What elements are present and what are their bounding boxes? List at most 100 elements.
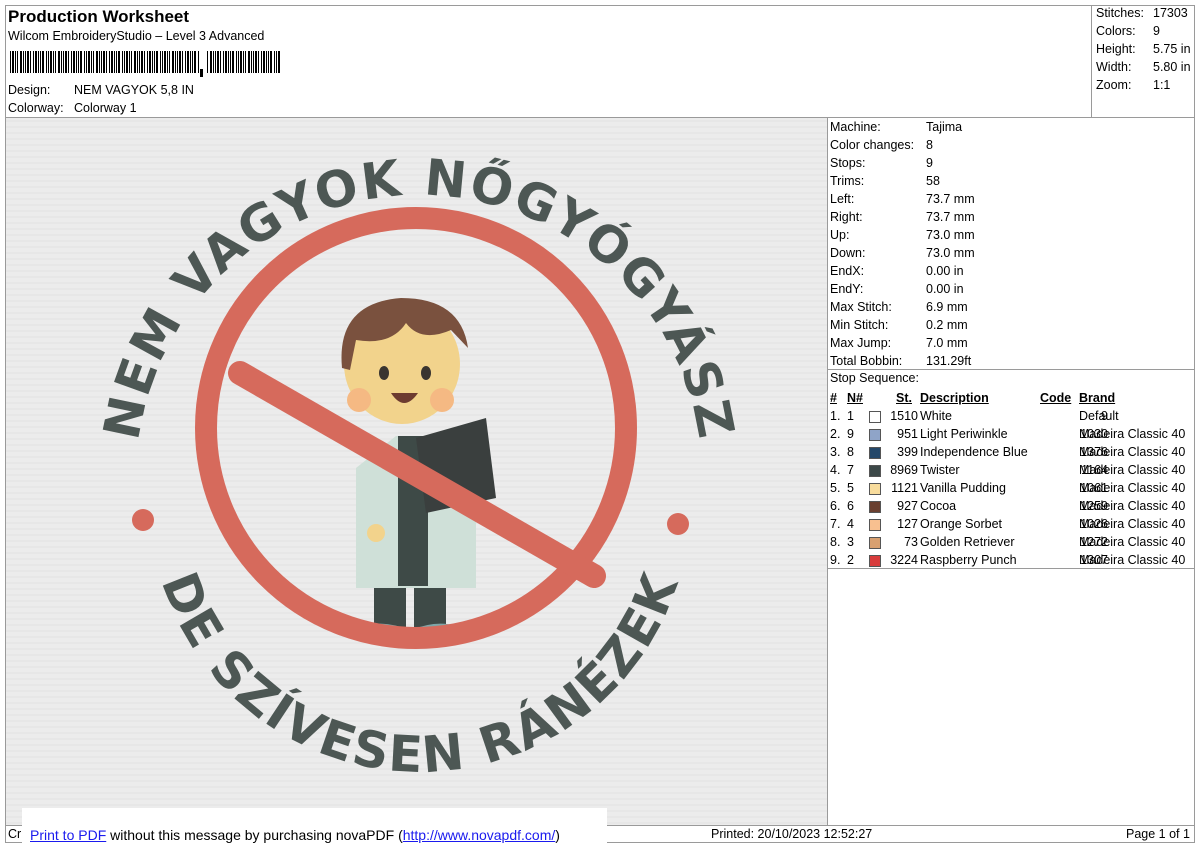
- info-row: Down: 73.0 mm: [830, 244, 1190, 262]
- color-swatch: [869, 555, 881, 567]
- table-row: 4. 7 8969 Twister 1164 Madeira Classic 40: [828, 461, 1193, 479]
- cell-st: 1510: [890, 409, 918, 423]
- col-header-n: N#: [847, 391, 863, 405]
- info-row: Right: 73.7 mm: [830, 208, 1190, 226]
- info-label: Down:: [830, 246, 866, 260]
- novapdf-url-link[interactable]: http://www.novapdf.com/: [403, 827, 556, 843]
- info-row: Max Stitch: 6.9 mm: [830, 298, 1190, 316]
- design-value: NEM VAGYOK 5,8 IN: [74, 83, 194, 97]
- colorway-row: Colorway:: [8, 99, 64, 117]
- software-name: Wilcom EmbroideryStudio – Level 3 Advanc…: [8, 29, 265, 43]
- info-row: Trims: 58: [830, 172, 1190, 190]
- cell-idx: 2.: [830, 427, 841, 441]
- design-row: Design:: [8, 81, 50, 99]
- footer-left: Cr: [8, 827, 22, 841]
- col-header-code: Code: [1040, 391, 1072, 405]
- info-value: 8: [926, 138, 933, 152]
- color-swatch: [869, 483, 881, 495]
- colorway-label: Colorway:: [8, 101, 64, 115]
- stat-value: 5.75 in: [1153, 42, 1191, 56]
- info-label: Right:: [830, 210, 863, 224]
- cell-idx: 1.: [830, 409, 841, 423]
- info-label: Max Stitch:: [830, 300, 892, 314]
- info-row: Min Stitch: 0.2 mm: [830, 316, 1190, 334]
- table-row: 6. 6 927 Cocoa 1259 Madeira Classic 40: [828, 497, 1193, 515]
- color-swatch: [869, 465, 881, 477]
- left-dot: [132, 509, 154, 531]
- cell-idx: 4.: [830, 463, 841, 477]
- cell-brand: Madeira Classic 40: [1079, 463, 1186, 477]
- color-swatch: [869, 429, 881, 441]
- cell-desc: White: [920, 409, 952, 423]
- cell-st: 1121: [891, 481, 918, 495]
- info-row: Up: 73.0 mm: [830, 226, 1190, 244]
- cell-st: 8969: [890, 463, 918, 477]
- stat-row: Zoom:: [1096, 78, 1131, 92]
- cell-st: 127: [897, 517, 918, 531]
- colorway-value: Colorway 1: [74, 101, 137, 115]
- cell-desc: Golden Retriever: [920, 535, 1015, 549]
- novapdf-end: ): [555, 827, 560, 843]
- cell-n: 5: [847, 481, 854, 495]
- design-preview: NEM VAGYOK NŐGYÓGYÁSZ DE SZÍVESEN RÁNÉZE…: [6, 118, 827, 825]
- stat-value-row: 1:1: [1153, 78, 1170, 92]
- cell-brand: Madeira Classic 40: [1079, 535, 1186, 549]
- stats-box: Stitches: 17303 Colors: 9 Height: 5.75 i…: [1091, 5, 1196, 117]
- novapdf-banner: Print to PDF without this message by pur…: [22, 808, 607, 843]
- info-label: Machine:: [830, 120, 881, 134]
- cell-idx: 3.: [830, 445, 841, 459]
- info-value: 73.7 mm: [926, 210, 975, 224]
- color-swatch: [869, 447, 881, 459]
- color-swatch: [869, 501, 881, 513]
- stat-label: Zoom:: [1096, 78, 1132, 92]
- info-value: 73.0 mm: [926, 228, 975, 242]
- table-row: 3. 8 399 Independence Blue 1376 Madeira Class…: [828, 443, 1193, 461]
- stat-label: Width:: [1096, 60, 1132, 74]
- print-to-pdf-link[interactable]: Print to PDF: [30, 827, 106, 843]
- color-swatch: [869, 411, 881, 423]
- table-row: 1. 1 1510 White 9 Default: [828, 407, 1193, 425]
- color-swatch: [869, 537, 881, 549]
- cell-n: 2: [847, 553, 854, 567]
- stat-label: Colors:: [1096, 24, 1136, 38]
- info-label: Color changes:: [830, 138, 915, 152]
- cell-n: 9: [847, 427, 854, 441]
- page-title: Production Worksheet: [8, 7, 190, 26]
- info-row: Color changes: 8: [830, 136, 1190, 154]
- info-value: Tajima: [926, 120, 963, 134]
- cell-n: 7: [847, 463, 854, 477]
- stop-sequence-title: Stop Sequence:: [830, 371, 919, 385]
- info-value: 131.29ft: [926, 354, 972, 368]
- info-value: 73.0 mm: [926, 246, 975, 260]
- cell-n: 6: [847, 499, 854, 513]
- cell-n: 1: [847, 409, 854, 423]
- info-value: 0.00 in: [926, 264, 964, 278]
- cell-desc: Cocoa: [920, 499, 957, 513]
- table-row: 5. 5 1121 Vanilla Pudding 1061 Madeira Classi…: [828, 479, 1193, 497]
- info-label: EndY:: [830, 282, 864, 296]
- info-value: 0.00 in: [926, 282, 964, 296]
- cell-st: 3224: [890, 553, 918, 567]
- barcode: [10, 51, 280, 77]
- cell-idx: 5.: [830, 481, 841, 495]
- info-label: Trims:: [830, 174, 865, 188]
- cell-idx: 6.: [830, 499, 841, 513]
- info-label: Up:: [830, 228, 850, 242]
- novapdf-message: Print to PDF without this message by pur…: [30, 827, 560, 843]
- cell-brand: Madeira Classic 40: [1079, 517, 1186, 531]
- stat-label: Height:: [1096, 42, 1136, 56]
- info-value: 58: [926, 174, 940, 188]
- cell-idx: 8.: [830, 535, 841, 549]
- info-label: Left:: [830, 192, 855, 206]
- stat-value-row: 5.80 in: [1153, 60, 1191, 74]
- cell-desc: Orange Sorbet: [920, 517, 1002, 531]
- cell-st: 73: [904, 535, 918, 549]
- info-value: 73.7 mm: [926, 192, 975, 206]
- colorway-value-wrap: Colorway 1: [74, 99, 137, 117]
- cell-st: 951: [897, 427, 918, 441]
- cell-brand: Madeira Classic 40: [1079, 553, 1186, 567]
- info-label: Max Jump:: [830, 336, 892, 350]
- cell-idx: 7.: [830, 517, 841, 531]
- stat-value: 5.80 in: [1153, 60, 1191, 74]
- table-row: 7. 4 127 Orange Sorbet 1026 Madeira Classic 4…: [828, 515, 1193, 533]
